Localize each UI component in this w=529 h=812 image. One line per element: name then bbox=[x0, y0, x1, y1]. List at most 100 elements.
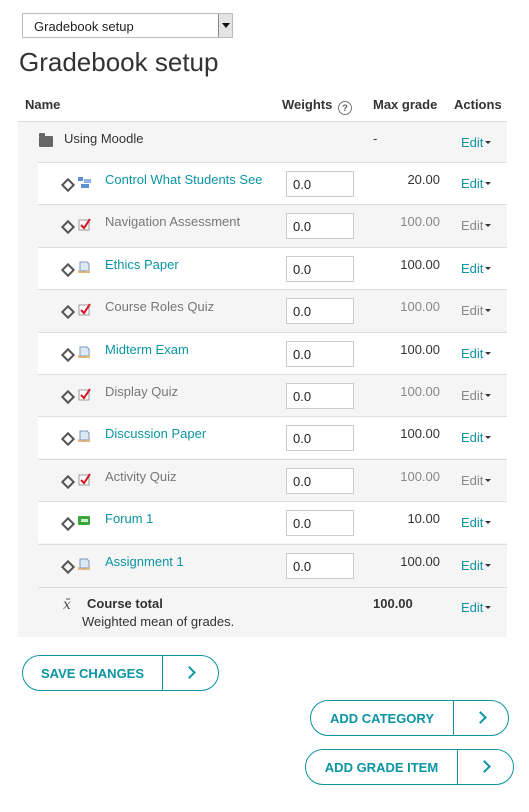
grade-item-edit-menu[interactable]: Edit bbox=[461, 558, 492, 573]
weight-input[interactable] bbox=[286, 468, 354, 494]
grade-item-name: Navigation Assessment bbox=[105, 214, 241, 229]
grade-item-edit-menu[interactable]: Edit bbox=[461, 430, 492, 445]
select-value: Gradebook setup bbox=[34, 19, 134, 34]
course-total-label: Course total bbox=[87, 596, 163, 611]
caret-down-icon bbox=[485, 182, 492, 185]
category-edit-menu[interactable]: Edit bbox=[461, 135, 492, 150]
grade-item-max-grade: 100.00 bbox=[400, 299, 440, 314]
grade-item-edit-menu[interactable]: Edit bbox=[461, 346, 492, 361]
edit-label: Edit bbox=[461, 430, 484, 445]
move-icon[interactable] bbox=[60, 304, 76, 320]
edit-label: Edit bbox=[461, 388, 484, 403]
edit-label: Edit bbox=[461, 600, 484, 615]
quiz-icon bbox=[78, 218, 91, 231]
weight-input[interactable] bbox=[286, 213, 354, 239]
grade-item-name[interactable]: Discussion Paper bbox=[105, 426, 206, 441]
caret-down-icon bbox=[485, 521, 492, 524]
grade-item-max-grade: 100.00 bbox=[400, 342, 440, 357]
caret-down-icon bbox=[485, 224, 492, 227]
assignment-icon bbox=[78, 346, 91, 359]
grade-item-max-grade: 20.00 bbox=[407, 172, 440, 187]
add-grade-item-label: ADD GRADE ITEM bbox=[324, 760, 439, 775]
help-icon[interactable]: ? bbox=[337, 101, 352, 115]
grade-item-row: Activity Quiz 100.00 Edit bbox=[38, 459, 507, 501]
move-icon[interactable] bbox=[60, 389, 76, 405]
save-changes-button[interactable]: SAVE CHANGES bbox=[22, 655, 219, 691]
caret-down-icon bbox=[485, 479, 492, 482]
weight-input[interactable] bbox=[286, 425, 354, 451]
weight-input[interactable] bbox=[286, 256, 354, 282]
edit-label: Edit bbox=[461, 135, 484, 150]
grade-item-row: Assignment 1 100.00 Edit bbox=[38, 544, 507, 586]
gradebook-view-select[interactable]: Gradebook setup bbox=[22, 13, 233, 38]
course-total-row: x̄ Course total Weighted mean of grades.… bbox=[38, 587, 507, 637]
chevron-right-icon bbox=[474, 711, 487, 724]
move-icon[interactable] bbox=[60, 219, 76, 235]
column-header-max-grade: Max grade bbox=[373, 97, 438, 112]
move-icon[interactable] bbox=[60, 559, 76, 575]
grade-item-max-grade: 100.00 bbox=[400, 214, 440, 229]
grade-item-edit-menu[interactable]: Edit bbox=[461, 303, 492, 318]
page-title: Gradebook setup bbox=[19, 47, 219, 77]
grade-item-name[interactable]: Midterm Exam bbox=[105, 342, 189, 357]
move-icon[interactable] bbox=[60, 431, 76, 447]
column-header-actions: Actions bbox=[454, 97, 502, 112]
grade-item-row: Ethics Paper 100.00 Edit bbox=[38, 247, 507, 289]
chevron-right-icon bbox=[183, 666, 196, 679]
grade-item-row: Navigation Assessment 100.00 Edit bbox=[38, 204, 507, 246]
add-category-button[interactable]: ADD CATEGORY bbox=[310, 700, 509, 736]
grade-item-max-grade: 100.00 bbox=[400, 384, 440, 399]
grade-item-max-grade: 100.00 bbox=[400, 426, 440, 441]
weight-input[interactable] bbox=[286, 298, 354, 324]
grade-item-name[interactable]: Control What Students See bbox=[105, 172, 263, 187]
caret-down-icon bbox=[485, 436, 492, 439]
grade-item-edit-menu[interactable]: Edit bbox=[461, 261, 492, 276]
column-header-name: Name bbox=[25, 97, 61, 112]
chevron-down-icon[interactable] bbox=[218, 14, 232, 37]
course-total-edit-menu[interactable]: Edit bbox=[461, 600, 492, 615]
assignment-icon bbox=[78, 261, 91, 274]
move-icon[interactable] bbox=[60, 347, 76, 363]
grade-item-edit-menu[interactable]: Edit bbox=[461, 388, 492, 403]
grade-item-max-grade: 100.00 bbox=[400, 469, 440, 484]
category-max-grade: - bbox=[373, 131, 378, 146]
move-icon[interactable] bbox=[60, 262, 76, 278]
grade-item-edit-menu[interactable]: Edit bbox=[461, 473, 492, 488]
grade-item-edit-menu[interactable]: Edit bbox=[461, 176, 492, 191]
quiz-icon bbox=[78, 303, 91, 316]
grade-item-name[interactable]: Forum 1 bbox=[105, 511, 153, 526]
chevron-right-icon bbox=[478, 760, 491, 773]
grade-item-name[interactable]: Ethics Paper bbox=[105, 257, 179, 272]
grade-item-edit-menu[interactable]: Edit bbox=[461, 515, 492, 530]
move-icon[interactable] bbox=[60, 177, 76, 193]
add-grade-item-button[interactable]: ADD GRADE ITEM bbox=[305, 749, 514, 785]
course-total-aggregation: Weighted mean of grades. bbox=[82, 614, 235, 629]
caret-down-icon bbox=[485, 141, 492, 144]
edit-label: Edit bbox=[461, 558, 484, 573]
grade-item-max-grade: 10.00 bbox=[407, 511, 440, 526]
sigma-x-icon: x̄ bbox=[63, 597, 71, 613]
weight-input[interactable] bbox=[286, 171, 354, 197]
weight-input[interactable] bbox=[286, 341, 354, 367]
move-icon[interactable] bbox=[60, 516, 76, 532]
edit-label: Edit bbox=[461, 218, 484, 233]
grade-item-max-grade: 100.00 bbox=[400, 257, 440, 272]
assignment-icon bbox=[78, 558, 91, 571]
weight-input[interactable] bbox=[286, 383, 354, 409]
weight-input[interactable] bbox=[286, 510, 354, 536]
move-icon[interactable] bbox=[60, 474, 76, 490]
caret-down-icon bbox=[485, 309, 492, 312]
grade-item-max-grade: 100.00 bbox=[400, 554, 440, 569]
grade-item-name: Display Quiz bbox=[105, 384, 178, 399]
weights-label: Weights bbox=[282, 97, 333, 112]
button-divider bbox=[453, 701, 454, 735]
grade-item-edit-menu[interactable]: Edit bbox=[461, 218, 492, 233]
weight-input[interactable] bbox=[286, 553, 354, 579]
grade-item-name: Course Roles Quiz bbox=[105, 299, 215, 314]
grade-item-name[interactable]: Assignment 1 bbox=[105, 554, 184, 569]
folder-icon bbox=[39, 133, 53, 147]
lesson-icon bbox=[78, 176, 91, 189]
grade-item-row: Forum 1 10.00 Edit bbox=[38, 501, 507, 543]
course-total-max-grade: 100.00 bbox=[373, 596, 413, 611]
column-header-weights: Weights ? bbox=[282, 97, 352, 115]
